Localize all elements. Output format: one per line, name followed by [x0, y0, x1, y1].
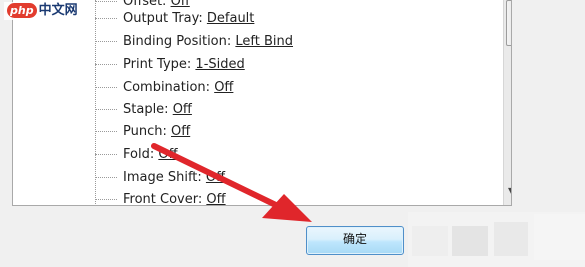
annotation-arrow-icon — [151, 143, 312, 222]
watermark-site-name: 中文网 — [38, 3, 78, 18]
site-watermark: php 中文网 — [4, 2, 81, 20]
watermark-logo-badge: php — [7, 3, 37, 18]
